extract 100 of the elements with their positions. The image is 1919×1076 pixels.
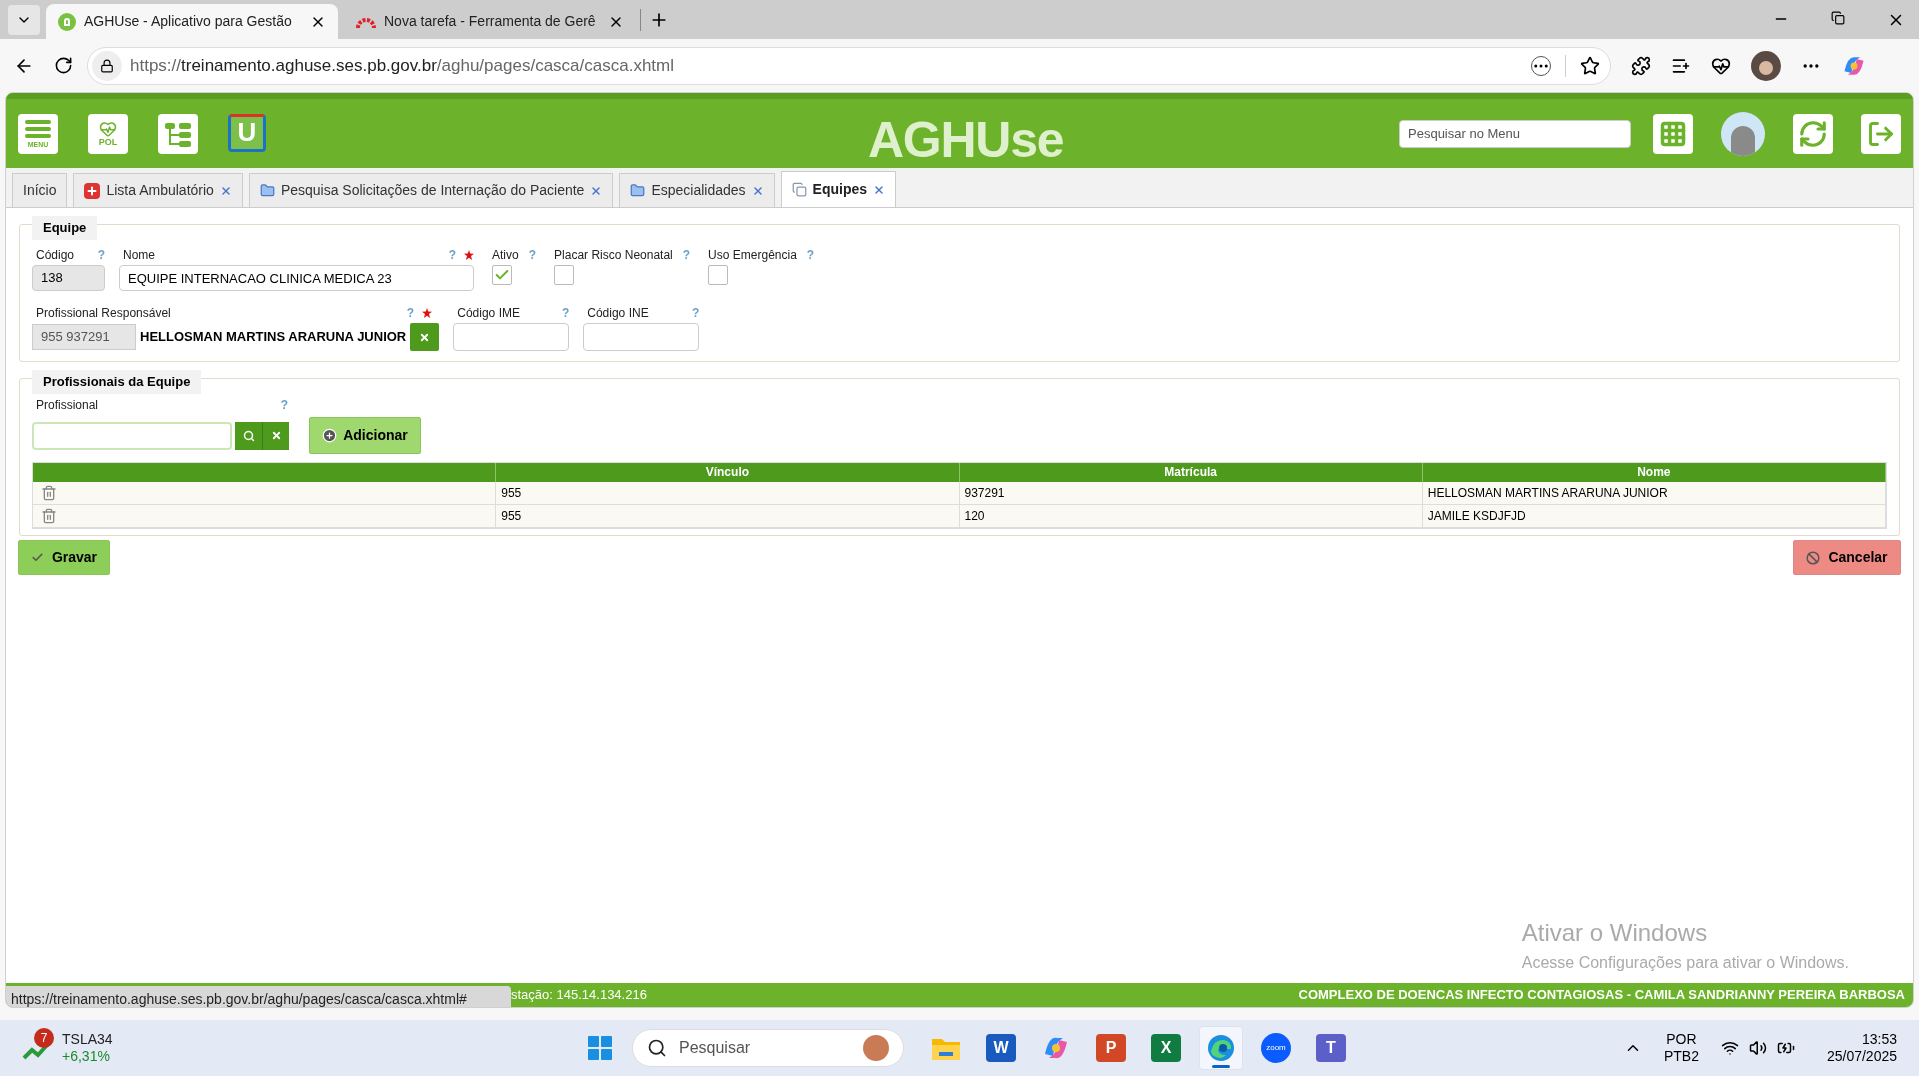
field-label: Profissional [36, 397, 99, 414]
profissional-field[interactable] [32, 421, 232, 450]
field-label: Uso Emergência [708, 247, 797, 264]
table-cell: JAMILE KSDJFJD [1422, 505, 1886, 527]
search-icon [647, 1038, 667, 1058]
checkbox[interactable] [554, 265, 575, 285]
panel-legend: Equipe [32, 216, 98, 240]
taskbar-app[interactable]: P [1089, 1026, 1133, 1070]
add-button[interactable]: Adicionar [309, 417, 421, 454]
nome-field[interactable]: EQUIPE INTERNACAO CLINICA MEDICA 23 [119, 265, 474, 291]
status-right-text: COMPLEXO DE DOENCAS INFECTO CONTAGIOSAS - CAMILA SANDRIANNY PEREIRA BARBOSA [1298, 986, 1906, 1005]
search-button[interactable] [235, 421, 262, 450]
stock-change: +6,31% [62, 1048, 111, 1066]
app-letter-icon: T [1316, 1034, 1346, 1062]
trash-icon[interactable] [41, 508, 57, 524]
cancel-button[interactable]: Cancelar [1793, 540, 1901, 575]
code-field[interactable] [453, 323, 570, 351]
keyboard-layout[interactable]: PTB2 [1663, 1048, 1699, 1066]
app-tab[interactable]: Lista Ambulatório [73, 173, 243, 207]
grid-icon [1659, 119, 1687, 148]
stock-symbol: TSLA34 [62, 1030, 113, 1048]
medical-cross-icon [84, 182, 101, 199]
clock-date[interactable]: 25/07/2025 [1826, 1048, 1897, 1066]
taskbar-app[interactable]: zoom [1254, 1026, 1298, 1070]
folder-icon [630, 183, 646, 198]
wifi-icon[interactable] [1720, 1039, 1739, 1057]
browser-tab[interactable]: AGHUse - Aplicativo para Gestão [46, 4, 338, 39]
taskbar-app[interactable] [1199, 1026, 1243, 1070]
tab-title: AGHUse - Aplicativo para Gestão [84, 12, 293, 31]
app-logo-icon [58, 12, 76, 31]
reload-icon[interactable] [54, 56, 73, 75]
tab-title: Nova tarefa - Ferramenta de Gerê [384, 12, 597, 31]
taskbar-app[interactable]: T [1309, 1026, 1353, 1070]
code-field: 955 937291 [32, 324, 136, 350]
taskbar-app[interactable]: W [979, 1026, 1023, 1070]
field-label: Código INE [587, 305, 649, 322]
table-cell: 120 [959, 505, 1423, 527]
close-icon [270, 430, 282, 441]
table-cell: 955 [496, 482, 960, 504]
refresh-add-button[interactable] [1793, 113, 1833, 154]
activation-title: Ativar o Windows [1521, 918, 1709, 948]
clear-button[interactable] [410, 323, 440, 351]
address-bar[interactable]: https://treinamento.aghuse.ses.pb.gov.br/aghu/pages/casca/casca.xhtml [87, 46, 1611, 85]
url-text: https://treinamento.aghuse.ses.pb.gov.br/aghu/pages/casca/casca.xhtml [130, 54, 674, 77]
trash-icon[interactable] [41, 485, 57, 501]
table-cell: 955 [496, 505, 960, 527]
wave-logo-icon [1206, 1033, 1236, 1063]
app-letter-icon: W [986, 1034, 1016, 1062]
app-logo-icon: zoom [1261, 1033, 1291, 1063]
link-tooltip: https://treinamento.aghuse.ses.pb.gov.br/aghu/pages/casca/casca.xhtml# [6, 986, 511, 1007]
favorite-icon[interactable] [1580, 55, 1600, 76]
refresh-icon [1798, 118, 1828, 149]
status-left-text: stação: 145.14.134.216 [511, 986, 647, 1005]
logout-button[interactable] [1861, 113, 1901, 154]
menu-search-field[interactable]: Pesquisar no Menu [1399, 119, 1631, 148]
user-avatar[interactable] [1721, 111, 1765, 156]
app-logo: AGHUse [868, 111, 1064, 170]
panel-legend: Profissionais da Equipe [32, 370, 202, 394]
health-icon[interactable] [1711, 55, 1731, 76]
taskbar-search[interactable]: Pesquisar [632, 1029, 904, 1067]
table-cell: 937291 [959, 482, 1423, 504]
save-button[interactable]: Gravar [18, 540, 110, 575]
field-label: Ativo [492, 247, 519, 264]
app-tab[interactable]: Início [12, 173, 68, 207]
restore-icon[interactable] [1831, 11, 1845, 25]
codigo-field: 138 [32, 265, 105, 291]
stock-widget[interactable]: 7 TSLA34 +6,31% [22, 1028, 113, 1068]
logout-icon [1867, 119, 1895, 148]
browser-tab[interactable]: Nova tarefa - Ferramenta de Gerê [344, 4, 636, 39]
checkbox[interactable] [492, 265, 512, 285]
apps-grid-button[interactable] [1653, 113, 1693, 154]
taskbar-app[interactable]: X [1144, 1026, 1188, 1070]
cancel-icon [1806, 550, 1821, 565]
tab-list-button[interactable] [8, 5, 40, 35]
flowchart-button[interactable] [158, 113, 198, 154]
close-icon [419, 331, 431, 343]
profile-avatar[interactable] [1751, 50, 1781, 81]
field-label: Placar Risco Neonatal [554, 247, 673, 264]
active-indicator [1212, 1065, 1230, 1068]
checkbox[interactable] [708, 265, 729, 285]
professional-name: HELLOSMAN MARTINS ARARUNA JUNIOR [139, 328, 408, 347]
clock-time[interactable]: 13:53 [1861, 1030, 1897, 1048]
app-tab[interactable]: Equipes [780, 171, 897, 207]
clear-button[interactable] [262, 421, 289, 450]
extensions-icon[interactable] [1631, 55, 1651, 76]
check-icon [30, 551, 44, 564]
site-info-icon[interactable] [92, 50, 122, 81]
language-indicator[interactable]: POR [1666, 1030, 1697, 1048]
app-tab[interactable]: Pesquisa Solicitações de Internação do Paciente [248, 173, 614, 207]
code-field[interactable] [583, 323, 700, 351]
field-label: Código IME [457, 305, 520, 322]
plus-circle-icon [322, 428, 338, 443]
documents-icon [791, 182, 807, 197]
app-tab[interactable]: Especialidades [619, 173, 775, 207]
notification-badge: 7 [34, 1028, 54, 1048]
volume-icon[interactable] [1748, 1039, 1767, 1057]
activation-text: Acesse Configurações para ativar o Windows. [1521, 953, 1849, 973]
field-label: Nome [123, 247, 155, 264]
search-icon [242, 429, 255, 442]
table-cell: HELLOSMAN MARTINS ARARUNA JUNIOR [1422, 482, 1886, 504]
